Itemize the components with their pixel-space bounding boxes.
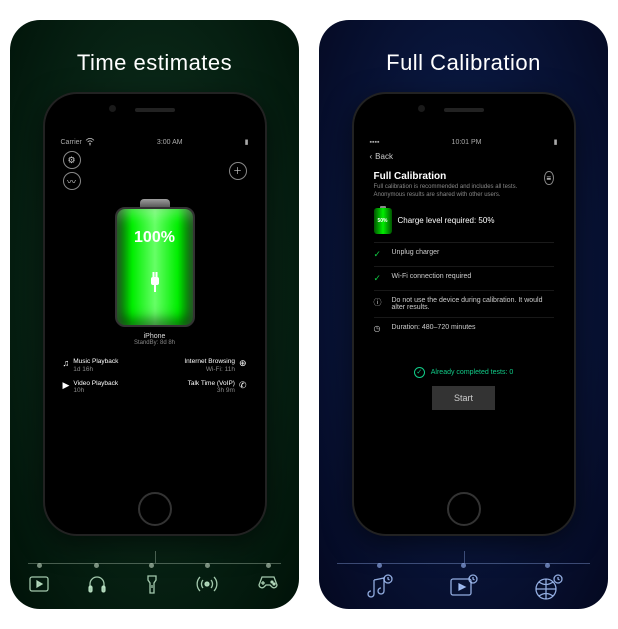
estimate-value: 3h 9m — [217, 387, 235, 394]
hotspot-icon — [195, 574, 219, 594]
step-text: Do not use the device during calibration… — [392, 297, 554, 311]
menu-button[interactable]: ≡ — [544, 171, 554, 185]
battery-display: 100% iPhone StandBy: 8d 8h — [55, 193, 255, 348]
stats-button[interactable]: 〰 — [63, 172, 81, 190]
app-screen-calibration: ▪▪▪▪ 10:01 PM ▮ ‹ Back Full Calibration … — [364, 136, 564, 484]
estimate-label: Music Playback — [73, 358, 118, 365]
plug-icon — [146, 271, 164, 293]
flashlight-icon — [144, 574, 160, 596]
status-bar: ▪▪▪▪ 10:01 PM ▮ — [364, 136, 564, 148]
step-warning: ⓘ Do not use the device during calibrati… — [374, 291, 554, 318]
promo-card-full-calibration: Full Calibration ▪▪▪▪ 10:01 PM ▮ ‹ Back … — [319, 20, 608, 609]
standby-label: StandBy: — [134, 340, 158, 346]
status-time: 10:01 PM — [452, 139, 482, 146]
estimate-label: Internet Browsing — [184, 358, 235, 365]
video-icon — [28, 574, 50, 594]
card-title: Full Calibration — [386, 50, 541, 76]
footer-connector — [319, 551, 608, 609]
footer-connector — [10, 551, 299, 609]
card-title: Time estimates — [77, 50, 232, 76]
music-clock-icon — [364, 574, 394, 602]
step-unplug: ✓ Unplug charger — [374, 243, 554, 267]
estimate-label: Talk Time (VoIP) — [188, 380, 235, 387]
device-name: iPhone — [134, 333, 175, 340]
back-button[interactable]: ‹ Back — [364, 148, 564, 165]
music-icon: ♫ — [63, 358, 70, 368]
chart-icon: 〰 — [67, 175, 76, 188]
estimate-value: Wi-Fi: 11h — [206, 366, 235, 373]
estimate-browsing[interactable]: Internet BrowsingWi-Fi: 11h ⊕ — [157, 358, 247, 374]
app-screen-time-estimates: Carrier 3:00 AM ▮ ⚙ 〰 ＋ 100% — [55, 136, 255, 484]
status-battery-icon: ▮ — [245, 138, 249, 146]
start-button[interactable]: Start — [432, 386, 495, 410]
top-controls: ⚙ 〰 ＋ — [55, 148, 255, 193]
estimate-value: 10h — [73, 387, 84, 394]
carrier-label: Carrier — [61, 139, 82, 146]
home-button[interactable] — [138, 492, 172, 526]
requirement-text: Charge level required: 50% — [398, 216, 495, 225]
gamepad-icon — [255, 574, 281, 592]
mini-battery-icon: 50% — [374, 208, 392, 234]
estimate-music[interactable]: ♫ Music Playback1d 16h — [63, 358, 153, 374]
standby-value: 8d 8h — [160, 340, 175, 346]
check-icon: ✓ — [374, 249, 384, 260]
info-icon: ⓘ — [374, 297, 384, 308]
phone-frame: ▪▪▪▪ 10:01 PM ▮ ‹ Back Full Calibration … — [354, 94, 574, 534]
gear-icon: ⚙ — [67, 155, 75, 166]
status-bar: Carrier 3:00 AM ▮ — [55, 136, 255, 148]
step-text: Duration: 480–720 minutes — [392, 324, 476, 331]
signal-icon: ▪▪▪▪ — [370, 139, 380, 146]
menu-icon: ≡ — [546, 174, 551, 183]
status-battery-icon: ▮ — [554, 138, 558, 146]
completed-tests: ✓ Already completed tests: 0 — [374, 367, 554, 378]
headphones-icon — [86, 574, 108, 594]
estimate-value: 1d 16h — [73, 366, 93, 373]
estimate-talk[interactable]: Talk Time (VoIP)3h 9m ✆ — [157, 380, 247, 396]
plus-icon: ＋ — [233, 164, 242, 177]
globe-clock-icon — [533, 574, 563, 602]
status-time: 3:00 AM — [157, 139, 183, 146]
chevron-left-icon: ‹ — [370, 152, 373, 161]
estimate-video[interactable]: ▶ Video Playback10h — [63, 380, 153, 396]
home-button[interactable] — [447, 492, 481, 526]
screen-heading: Full Calibration — [374, 171, 544, 182]
wifi-icon — [85, 138, 95, 146]
phone-frame: Carrier 3:00 AM ▮ ⚙ 〰 ＋ 100% — [45, 94, 265, 534]
clock-icon: ◷ — [374, 324, 384, 333]
battery-percent: 100% — [117, 229, 193, 247]
back-label: Back — [375, 152, 393, 161]
check-circle-icon: ✓ — [414, 367, 425, 378]
screen-description: Full calibration is recommended and incl… — [374, 184, 544, 200]
promo-card-time-estimates: Time estimates Carrier 3:00 AM ▮ ⚙ 〰 ＋ — [10, 20, 299, 609]
step-duration: ◷ Duration: 480–720 minutes — [374, 318, 554, 339]
estimate-label: Video Playback — [73, 380, 118, 387]
video-icon: ▶ — [63, 380, 70, 391]
step-text: Wi-Fi connection required — [392, 273, 472, 280]
completed-text: Already completed tests: 0 — [431, 369, 514, 376]
globe-icon: ⊕ — [239, 358, 247, 369]
estimates-grid: ♫ Music Playback1d 16h Internet Browsing… — [55, 348, 255, 395]
check-icon: ✓ — [374, 273, 384, 284]
settings-button[interactable]: ⚙ — [63, 151, 81, 169]
video-clock-icon — [448, 574, 478, 600]
step-wifi: ✓ Wi-Fi connection required — [374, 267, 554, 291]
step-text: Unplug charger — [392, 249, 440, 256]
phone-icon: ✆ — [239, 380, 247, 391]
requirement-charge: 50% Charge level required: 50% — [374, 200, 554, 243]
add-button[interactable]: ＋ — [229, 162, 247, 180]
